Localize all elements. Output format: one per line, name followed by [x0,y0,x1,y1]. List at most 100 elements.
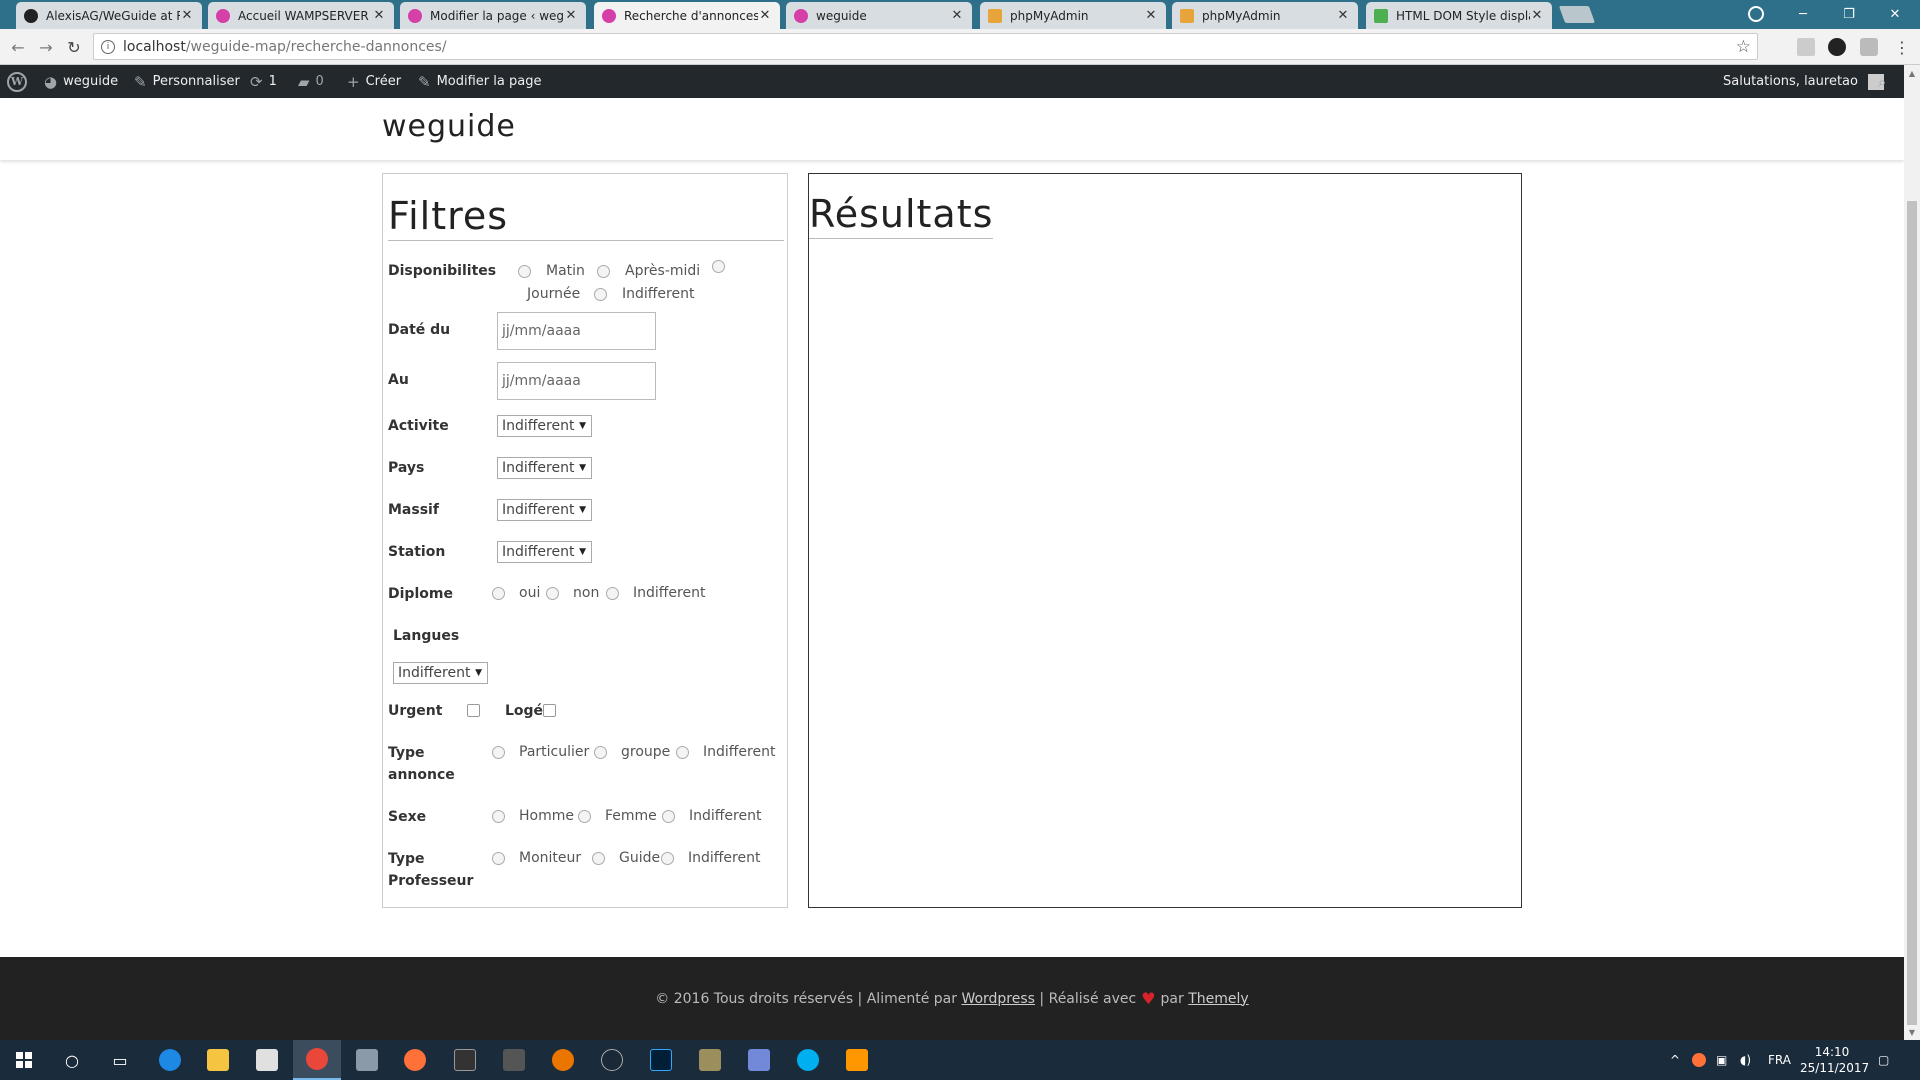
radio-professeur-indifferent[interactable]: Indifferent [661,847,760,869]
edit-page-link[interactable]: ✎ Modifier la page [418,65,541,98]
radio-button[interactable] [594,287,607,301]
site-title[interactable]: weguide [382,109,516,144]
minimize-icon[interactable]: ─ [1780,0,1826,29]
notepad-icon[interactable] [686,1040,734,1080]
extension-icon[interactable] [1797,38,1815,56]
close-icon[interactable]: ✕ [758,8,772,23]
radio-button[interactable] [661,851,674,865]
radio-particulier[interactable]: Particulier [492,741,589,763]
browser-tab[interactable]: phpMyAdmin ✕ [980,2,1166,29]
radio-button[interactable] [712,260,725,273]
radio-button[interactable] [492,745,505,759]
calculator-icon[interactable] [490,1040,538,1080]
task-view-icon[interactable]: ▭ [96,1040,144,1080]
radio-button[interactable] [594,745,607,759]
network-icon[interactable]: ▣ [1716,1040,1727,1080]
radio-button[interactable] [518,264,531,278]
sailing-app-icon[interactable] [343,1040,391,1080]
volume-icon[interactable]: ◖) [1740,1040,1751,1080]
extension-icon[interactable] [1828,38,1846,56]
firefox-icon[interactable] [391,1040,439,1080]
close-icon[interactable]: ✕ [372,8,386,23]
close-icon[interactable]: ✕ [950,8,964,23]
site-name-menu[interactable]: ◕ weguide [44,65,118,98]
extension-icon[interactable] [1860,38,1878,56]
themely-link[interactable]: Themely [1188,991,1248,1007]
browser-tab[interactable]: AlexisAG/WeGuide at Re ✕ [16,2,202,29]
back-icon[interactable]: ← [6,35,30,59]
scrollbar-thumb[interactable] [1907,201,1917,1025]
browser-tab[interactable]: phpMyAdmin ✕ [1172,2,1358,29]
restore-icon[interactable]: ❐ [1826,0,1872,29]
date-to-input[interactable]: jj/mm/aaaa [497,362,656,400]
browser-tab[interactable]: Accueil WAMPSERVER ✕ [208,2,394,29]
radio-button[interactable] [578,809,591,823]
browser-tab[interactable]: HTML DOM Style display ✕ [1366,2,1552,29]
sublime-text-icon[interactable] [833,1040,881,1080]
radio-indifferent[interactable]: Indifferent [594,283,694,305]
skype-icon[interactable] [784,1040,832,1080]
radio-groupe[interactable]: groupe [594,741,670,763]
radio-button[interactable] [492,809,505,823]
close-icon[interactable]: ✕ [1336,8,1350,23]
radio-button[interactable] [592,851,605,865]
scroll-down-icon[interactable]: ▼ [1904,1024,1920,1040]
edge-icon[interactable] [146,1040,194,1080]
scroll-up-icon[interactable]: ▲ [1904,65,1920,81]
loge-checkbox[interactable] [543,704,556,717]
customize-link[interactable]: ✎ Personnaliser [134,65,240,98]
steam-icon[interactable] [588,1040,636,1080]
radio-moniteur[interactable]: Moniteur [492,847,581,869]
radio-button[interactable] [492,851,505,865]
updates-link[interactable]: ⟳ 1 [250,65,277,98]
reload-icon[interactable]: ↻ [62,35,86,59]
radio-diplome-non[interactable]: non [546,582,599,604]
forward-icon[interactable]: → [34,35,58,59]
chrome-icon[interactable] [293,1040,341,1080]
close-icon[interactable]: ✕ [1144,8,1158,23]
photoshop-icon[interactable] [637,1040,685,1080]
comments-link[interactable]: ▰ 0 [298,65,324,98]
discord-icon[interactable] [735,1040,783,1080]
radio-button[interactable] [546,586,559,600]
radio-homme[interactable]: Homme [492,805,574,827]
radio-matin[interactable]: Matin [518,260,585,282]
new-tab-button[interactable] [1558,6,1596,23]
pays-select[interactable]: Indifferent ▼ [497,457,592,479]
address-bar[interactable]: i localhost /weguide-map/recherche-danno… [93,33,1758,60]
close-icon[interactable]: ✕ [1530,8,1544,23]
language-indicator[interactable]: FRA [1768,1040,1791,1080]
new-content-menu[interactable]: + Créer [347,65,401,98]
radio-femme[interactable]: Femme [578,805,657,827]
blender-icon[interactable] [539,1040,587,1080]
station-select[interactable]: Indifferent ▼ [497,541,592,563]
page-scrollbar[interactable]: ▲ ▼ [1904,65,1920,1040]
radio-button[interactable] [676,745,689,759]
browser-tab[interactable]: Modifier la page ‹ wegu ✕ [400,2,586,29]
epic-games-icon[interactable] [441,1040,489,1080]
close-window-icon[interactable]: ✕ [1872,0,1918,29]
browser-tab-active[interactable]: Recherche d'annonces – ✕ [594,2,780,29]
windows-start-icon[interactable] [0,1040,48,1080]
langues-select[interactable]: Indifferent ▼ [393,662,488,684]
tray-app-icon[interactable] [1692,1040,1706,1080]
cortana-icon[interactable]: ○ [48,1040,96,1080]
radio-guide[interactable]: Guide [592,847,660,869]
close-icon[interactable]: ✕ [564,8,578,23]
wordpress-link[interactable]: Wordpress [961,991,1035,1007]
date-from-input[interactable]: jj/mm/aaaa [497,312,656,350]
radio-diplome-indifferent[interactable]: Indifferent [606,582,705,604]
store-icon[interactable] [243,1040,291,1080]
tray-chevron-icon[interactable]: ^ [1670,1040,1680,1080]
bookmark-star-icon[interactable]: ☆ [1736,37,1751,57]
menu-icon[interactable]: ⋮ [1890,35,1914,59]
radio-button[interactable] [492,586,505,600]
activite-select[interactable]: Indifferent ▼ [497,415,592,437]
radio-journee-button[interactable] [712,260,725,273]
massif-select[interactable]: Indifferent ▼ [497,499,592,521]
radio-apres-midi[interactable]: Après-midi [597,260,700,282]
radio-button[interactable] [662,809,675,823]
profile-icon[interactable] [1748,6,1764,22]
my-account-menu[interactable]: Salutations, lauretao [1723,65,1884,98]
radio-annonce-indifferent[interactable]: Indifferent [676,741,775,763]
